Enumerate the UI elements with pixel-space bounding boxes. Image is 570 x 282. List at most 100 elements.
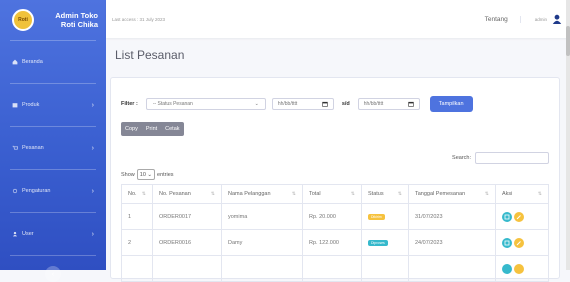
export-button-group: Copy Print Cetak (121, 122, 184, 136)
date-to-placeholder: hh/bb/tttt (363, 101, 384, 107)
brand-name: Admin Toko Roti Chika (40, 11, 98, 29)
sidebar-item-label: Produk (22, 102, 40, 108)
date-from-placeholder: hh/bb/tttt (277, 101, 298, 107)
column-header-status[interactable]: Status ⇅ (361, 184, 409, 204)
detail-button[interactable] (502, 263, 512, 274)
sort-icon: ⇅ (291, 191, 296, 197)
chevron-right-icon: › (91, 101, 94, 109)
sidebar-toggle-button[interactable]: ‹ (45, 266, 61, 282)
status-select-value: -- Status Pesanan (152, 101, 193, 107)
cell-order-number: ORDER0016 (152, 229, 222, 256)
sidebar-divider (10, 255, 96, 256)
sidebar-item-produk[interactable]: Produk › (0, 91, 106, 119)
sort-icon: ⇅ (484, 191, 489, 197)
cell-status: Dikirim (361, 203, 409, 230)
cell-customer-name: yomima (221, 203, 303, 230)
sidebar-item-label: Beranda (22, 59, 43, 65)
sidebar-item-user[interactable]: User › (0, 220, 106, 248)
table-row (121, 255, 549, 282)
sidebar-divider (10, 126, 96, 127)
chevron-down-icon: ⌄ (254, 101, 259, 107)
list-icon (504, 240, 510, 245)
entries-select-value: 10 (139, 171, 146, 178)
cell-empty (302, 255, 362, 282)
cell-empty (361, 255, 409, 282)
brand-line-2: Roti Chika (60, 20, 98, 29)
pencil-icon (516, 214, 521, 219)
cell-total: Rp. 20.000 (302, 203, 362, 230)
sidebar-item-beranda[interactable]: Beranda (0, 48, 106, 76)
column-header-tanggal[interactable]: Tanggal Pemesanan ⇅ (408, 184, 496, 204)
cell-actions (495, 255, 549, 282)
pencil-icon (516, 240, 521, 245)
cetak-button[interactable]: Cetak (161, 126, 183, 132)
date-from-input[interactable]: hh/bb/tttt (271, 98, 334, 110)
orders-table: No. ⇅ No. Pesanan ⇅ Nama Pelanggan ⇅ Total ⇅… (121, 184, 549, 282)
tampilkan-button[interactable]: Tampilkan (429, 96, 473, 112)
column-header-no-pesanan[interactable]: No. Pesanan ⇅ (152, 184, 222, 204)
calendar-icon[interactable] (322, 101, 328, 107)
copy-button[interactable]: Copy (121, 126, 142, 132)
chevron-right-icon: › (91, 230, 94, 238)
sidebar-item-pengaturan[interactable]: Pengaturan › (0, 177, 106, 205)
topbar: Last access : 31 July 2023 Tentang admin (106, 0, 570, 38)
cell-order-date: 24/07/2023 (408, 229, 496, 256)
sidebar-item-pesanan[interactable]: Pesanan › (0, 134, 106, 162)
table-row: 2 ORDER0016 Damy Rp. 122.000 Diproses 24… (121, 229, 549, 256)
print-button[interactable]: Print (142, 126, 161, 132)
sidebar: Roti Admin Toko Roti Chika Beranda Produ… (0, 0, 106, 282)
cell-total: Rp. 122.000 (302, 229, 362, 256)
sidebar-divider (10, 83, 96, 84)
scrollbar-thumb[interactable] (566, 26, 570, 56)
sidebar-divider (10, 169, 96, 170)
cell-empty (152, 255, 222, 282)
filter-bar: Filter : -- Status Pesanan ⌄ hh/bb/tttt … (121, 96, 473, 112)
sidebar-divider (10, 40, 96, 41)
cell-actions (495, 203, 549, 230)
edit-button[interactable] (514, 237, 524, 248)
cell-order-number: ORDER0017 (152, 203, 222, 230)
brand-line-1: Admin Toko (55, 11, 98, 20)
chevron-right-icon: › (91, 187, 94, 195)
sidebar-item-label: Pesanan (22, 145, 44, 151)
entries-control: Show 10 ⌄ entries (121, 169, 174, 180)
box-icon (12, 103, 18, 108)
tentang-link[interactable]: Tentang (485, 15, 521, 23)
status-badge: Dikirim (368, 213, 385, 220)
sort-icon: ⇅ (141, 191, 146, 197)
list-icon (504, 214, 510, 219)
page-scrollbar[interactable] (566, 0, 570, 270)
cell-status: Diproses (361, 229, 409, 256)
brand[interactable]: Roti Admin Toko Roti Chika (0, 0, 106, 33)
column-header-nama-pelanggan[interactable]: Nama Pelanggan ⇅ (221, 184, 303, 204)
detail-button[interactable] (502, 237, 512, 248)
topbar-right: Tentang admin (485, 14, 562, 24)
calendar-icon[interactable] (408, 101, 414, 107)
edit-button[interactable] (514, 263, 524, 274)
status-select[interactable]: -- Status Pesanan ⌄ (145, 98, 266, 110)
status-badge: Diproses (368, 239, 388, 246)
sort-icon: ⇅ (210, 191, 215, 197)
column-header-aksi[interactable]: Aksi ⇅ (495, 184, 549, 204)
cell-actions (495, 229, 549, 256)
entries-select[interactable]: 10 ⌄ (136, 169, 156, 180)
edit-button[interactable] (514, 211, 524, 222)
detail-button[interactable] (502, 211, 512, 222)
cell-customer-name: Damy (221, 229, 303, 256)
home-icon (12, 59, 18, 65)
sort-icon: ⇅ (397, 191, 402, 197)
column-header-no[interactable]: No. ⇅ (121, 184, 153, 204)
cell-empty (408, 255, 496, 282)
search-input[interactable] (475, 152, 549, 164)
cell-no: 1 (121, 203, 153, 230)
user-icon[interactable] (552, 14, 562, 24)
last-access-text: Last access : 31 July 2023 (112, 16, 166, 22)
table-row: 1 ORDER0017 yomima Rp. 20.000 Dikirim 31… (121, 203, 549, 230)
sort-icon: ⇅ (537, 191, 542, 197)
show-label: Show (121, 171, 135, 178)
date-to-input[interactable]: hh/bb/tttt (357, 98, 420, 110)
user-name[interactable]: admin (535, 17, 547, 22)
settings-icon (12, 188, 18, 194)
column-header-total[interactable]: Total ⇅ (302, 184, 362, 204)
sort-icon: ⇅ (350, 191, 355, 197)
